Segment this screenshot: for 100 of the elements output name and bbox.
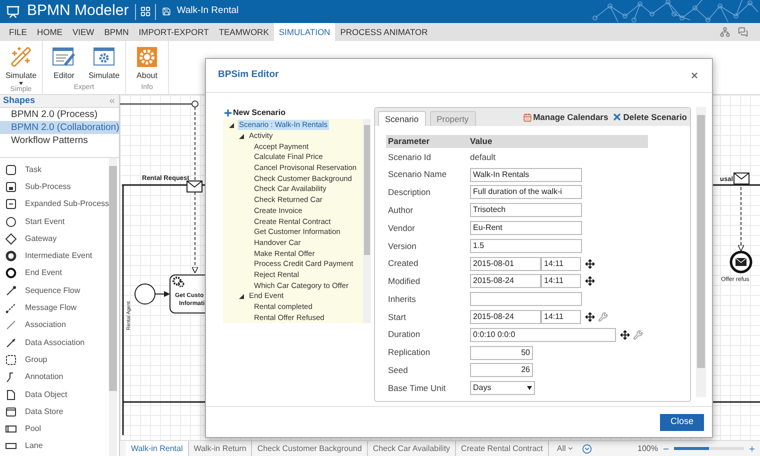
input-field[interactable]: Full duration of the walk-i [470, 185, 582, 200]
zoom-slider[interactable] [674, 447, 744, 450]
message-flow-connector [738, 186, 744, 252]
expanded-triangle-icon[interactable] [239, 134, 244, 139]
scrollbar[interactable] [696, 107, 706, 397]
date-picker-icon[interactable] [620, 330, 630, 340]
menu-tab[interactable]: HOME [32, 23, 68, 41]
dropdown-caret-icon [19, 82, 23, 85]
date-picker-icon[interactable] [585, 276, 595, 286]
ribbon-button[interactable]: Editor [47, 46, 81, 82]
shape-item[interactable]: Data Store [0, 403, 109, 420]
shape-item[interactable]: Data Association [0, 334, 109, 352]
parameter-label: Vendor [387, 222, 416, 234]
calendar-icon [523, 112, 532, 122]
scrollbar[interactable] [363, 119, 371, 323]
menu-tab[interactable]: IMPORT-EXPORT [134, 23, 214, 41]
chat-icon[interactable] [738, 27, 748, 37]
shape-item[interactable]: End Event [0, 264, 109, 282]
grid-icon[interactable] [140, 6, 151, 17]
logo-icon [6, 4, 20, 18]
input-field[interactable]: 14:11 [541, 256, 581, 271]
parameter-label: Created [387, 257, 420, 270]
zoom-in-icon[interactable] [748, 444, 756, 452]
shape-item[interactable]: Data Object [0, 386, 109, 404]
parameter-label: Seed [387, 364, 409, 377]
shape-item[interactable]: Task [0, 161, 109, 178]
toolbar-button[interactable]: Manage Calendars [523, 110, 608, 124]
input-field[interactable]: 14:11 [541, 274, 581, 288]
input-field[interactable]: 1.5 [470, 238, 582, 253]
shape-item[interactable]: Lane [0, 438, 109, 456]
input-field[interactable]: Walk-In Rentals [470, 168, 582, 182]
input-field[interactable]: 0:0:10 0:0:0 [470, 328, 616, 342]
date-picker-icon[interactable] [585, 312, 595, 322]
shape-item[interactable]: Gateway [0, 230, 109, 248]
menu-tab[interactable]: BPMN [99, 23, 134, 41]
input-field[interactable]: 2015-08-24 [470, 274, 541, 288]
envelope-icon [186, 180, 202, 192]
start-event-shape-icon [5, 216, 17, 228]
parameter-label: Description [387, 186, 432, 199]
tab[interactable]: Scenario [378, 111, 426, 126]
editor-window-icon [52, 47, 76, 67]
ribbon-button[interactable]: Simulate [87, 46, 121, 82]
diagram-tab[interactable]: Walk-in Return [188, 440, 252, 456]
expanded-triangle-icon[interactable] [239, 294, 244, 299]
hierarchy-icon[interactable] [720, 27, 730, 37]
save-icon[interactable] [162, 7, 171, 16]
shape-item[interactable]: Expanded Sub-Process [0, 196, 109, 213]
shape-item[interactable]: Sub-Process [0, 178, 109, 196]
shape-item[interactable]: Intermediate Event [0, 247, 109, 265]
expanded-triangle-icon[interactable] [229, 122, 234, 128]
task-shape-icon [5, 164, 17, 176]
input-field[interactable]: Eu-Rent [470, 221, 582, 236]
scrollbar[interactable] [109, 158, 117, 456]
diagram-tab[interactable]: Create Rental Contract [456, 440, 549, 456]
shape-item[interactable]: Pool [0, 420, 109, 438]
shape-item[interactable]: Sequence Flow [0, 282, 109, 300]
input-field[interactable]: 50 [470, 346, 533, 360]
input-field[interactable]: 2015-08-24 [470, 310, 541, 324]
parameter-label: Modified [387, 275, 422, 288]
gear-icon [172, 276, 184, 288]
panel-title: Shapes [3, 94, 36, 108]
input-field[interactable]: Trisotech [470, 203, 582, 218]
collapse-icon[interactable] [108, 97, 116, 105]
input-field[interactable]: 14:11 [541, 310, 581, 324]
pool-shape-icon [5, 423, 17, 436]
input-field[interactable]: 26 [470, 363, 533, 378]
sequence-flow-shape-icon [5, 284, 17, 297]
close-button[interactable]: Close [660, 414, 704, 430]
shape-item[interactable]: Association [0, 316, 109, 334]
close-icon[interactable] [690, 71, 699, 80]
palette-item[interactable]: BPMN 2.0 (Process) [0, 108, 119, 121]
ribbon-button[interactable]: Simulate [4, 46, 38, 85]
menu-tab[interactable]: VIEW [67, 23, 100, 41]
parameter-label: Scenario Name [387, 168, 448, 182]
input-field[interactable]: 2015-08-01 [470, 256, 541, 271]
menu-tab[interactable]: TEAMWORK [214, 23, 274, 41]
palette-item[interactable]: Workflow Patterns [0, 134, 119, 147]
toolbar-button[interactable]: Delete Scenario [612, 110, 687, 124]
input-field[interactable] [470, 292, 582, 306]
diagram-tab[interactable]: Check Customer Background [252, 440, 368, 456]
diagram-tab[interactable]: Walk-in Rental [126, 440, 189, 456]
shape-item[interactable]: Annotation [0, 368, 109, 386]
date-picker-icon[interactable] [585, 258, 595, 269]
menu-tab[interactable]: FILE [4, 23, 32, 41]
menu-tab[interactable]: PROCESS ANIMATOR [335, 23, 433, 41]
delete-icon [612, 112, 622, 122]
filter-dropdown[interactable]: All [548, 442, 582, 454]
select-field[interactable]: Days [470, 381, 535, 396]
palette-item[interactable]: BPMN 2.0 (Collaboration) [0, 121, 119, 134]
group-shape-icon [5, 354, 17, 366]
dropdown-circle-icon[interactable] [582, 444, 592, 454]
sub-process-shape-icon [5, 180, 17, 193]
data-object-shape-icon [5, 388, 17, 400]
shape-item[interactable]: Message Flow [0, 299, 109, 317]
menu-tab[interactable]: SIMULATION [274, 23, 336, 41]
shape-item[interactable]: Group [0, 351, 109, 369]
new-scenario-link[interactable]: New Scenario [233, 107, 286, 119]
ribbon-button[interactable]: About [130, 46, 164, 82]
diagram-tab[interactable]: Check Car Availability [368, 440, 456, 456]
shape-item[interactable]: Start Event [0, 212, 109, 230]
